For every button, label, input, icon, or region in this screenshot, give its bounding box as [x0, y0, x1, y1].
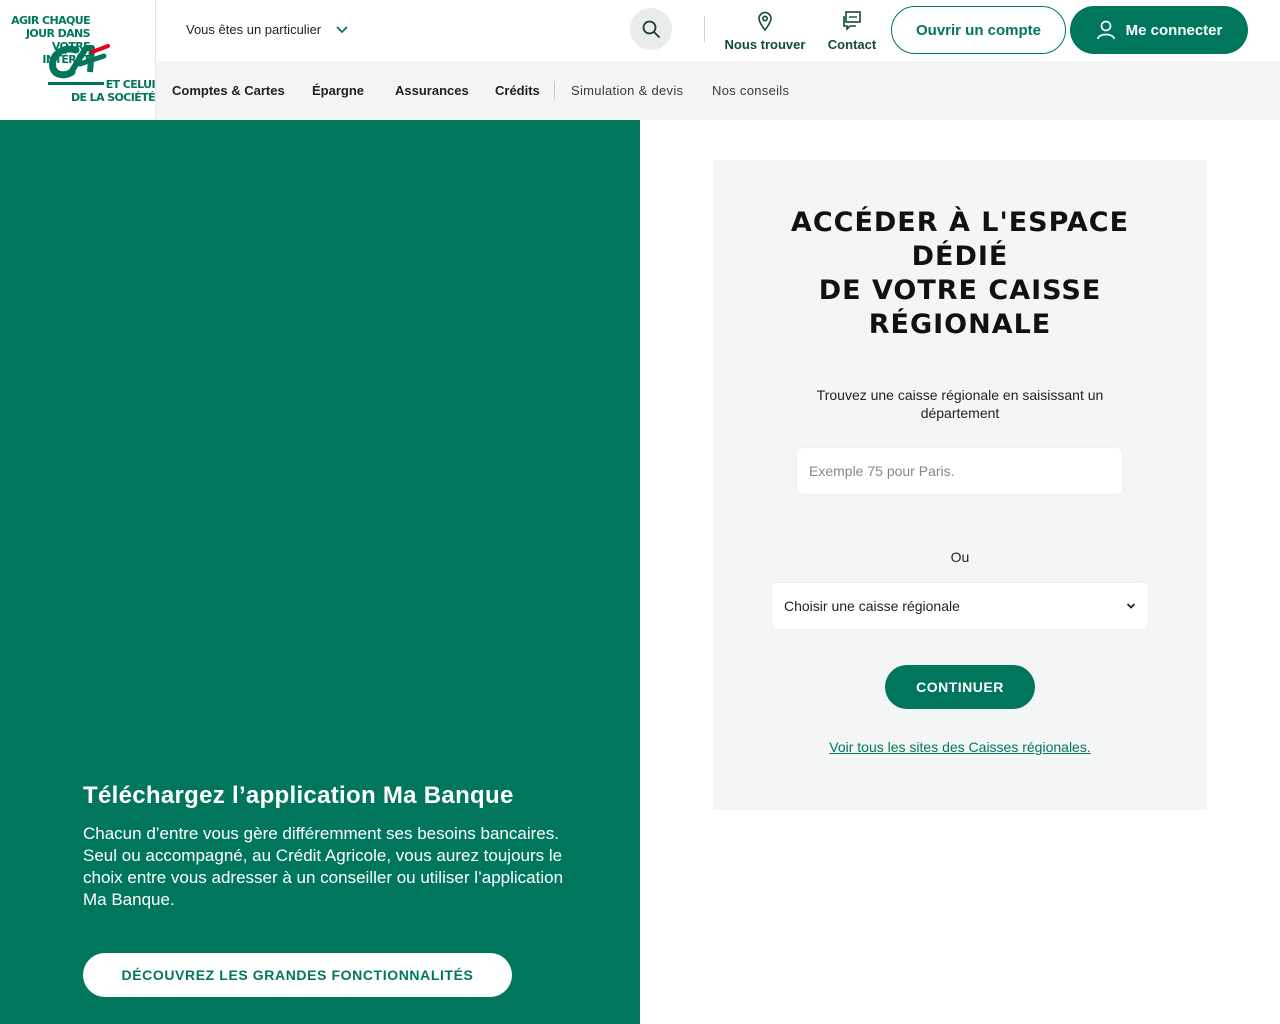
card-title: ACCÉDER À L'ESPACE DÉDIÉ DE VOTRE CAISSE… — [713, 206, 1207, 342]
promo-text: Chacun d’entre vous gère différemment se… — [83, 823, 573, 911]
find-agency-link[interactable]: Nous trouver — [724, 10, 806, 52]
chat-icon — [843, 11, 861, 31]
nav-item-credits[interactable]: Crédits — [495, 83, 540, 98]
nav-item-simulation-devis[interactable]: Simulation & devis — [571, 83, 683, 98]
regional-bank-card: ACCÉDER À L'ESPACE DÉDIÉ DE VOTRE CAISSE… — [713, 160, 1207, 810]
profile-selector[interactable]: Vous êtes un particulier — [186, 22, 349, 37]
promo-title: Téléchargez l’application Ma Banque — [83, 782, 514, 809]
app-promo-panel: Téléchargez l’application Ma Banque Chac… — [0, 120, 640, 1024]
or-separator: Ou — [950, 549, 970, 565]
card-title-line: DE VOTRE CAISSE — [818, 275, 1102, 306]
slogan-bottom: ET CELUI DE LA SOCIÉTÉ — [71, 78, 155, 104]
brand-logo[interactable]: AGIR CHAQUE JOUR DANS VOTRE INTÉRÊT ET C… — [0, 0, 156, 120]
user-icon — [1096, 20, 1115, 40]
card-title-line: RÉGIONALE — [868, 309, 1052, 340]
chevron-down-icon — [1126, 603, 1136, 609]
search-button[interactable] — [630, 8, 672, 50]
contact-label: Contact — [827, 37, 877, 52]
header-divider — [704, 16, 705, 42]
continue-button[interactable]: CONTINUER — [885, 665, 1035, 709]
chevron-down-icon — [336, 25, 348, 33]
profile-label: Vous êtes un particulier — [186, 22, 322, 37]
find-agency-label: Nous trouver — [724, 37, 806, 52]
nav-item-assurances[interactable]: Assurances — [395, 83, 469, 98]
nav-divider — [554, 81, 555, 99]
open-account-button[interactable]: Ouvrir un compte — [891, 6, 1066, 54]
search-icon — [642, 20, 660, 38]
nav-item-epargne[interactable]: Épargne — [312, 83, 364, 98]
login-label: Me connecter — [1125, 21, 1223, 39]
select-value: Choisir une caisse régionale — [784, 598, 960, 614]
card-title-line: ACCÉDER À L'ESPACE — [790, 207, 1130, 238]
promo-paragraph: Chacun d’entre vous gère différemment se… — [83, 824, 559, 843]
discover-features-button[interactable]: DÉCOUVREZ LES GRANDES FONCTIONNALITÉS — [83, 953, 512, 997]
card-description: Trouvez une caisse régionale en saisissa… — [816, 387, 1104, 421]
nav-item-comptes-cartes[interactable]: Comptes & Cartes — [172, 83, 285, 98]
regional-bank-select[interactable]: Choisir une caisse régionale — [772, 583, 1148, 629]
site-header: AGIR CHAQUE JOUR DANS VOTRE INTÉRÊT ET C… — [0, 0, 1280, 120]
login-button[interactable]: Me connecter — [1070, 6, 1248, 54]
location-pin-icon — [758, 11, 772, 32]
nav-item-nos-conseils[interactable]: Nos conseils — [712, 83, 789, 98]
main-nav: Comptes & Cartes Épargne Assurances Créd… — [156, 61, 1280, 120]
all-regional-sites-link[interactable]: Voir tous les sites des Caisses régional… — [713, 739, 1207, 755]
promo-paragraph: Seul ou accompagné, au Crédit Agricole, … — [83, 846, 564, 909]
card-title-line: DÉDIÉ — [911, 241, 1009, 272]
contact-link[interactable]: Contact — [820, 10, 884, 52]
department-input[interactable] — [797, 448, 1122, 494]
